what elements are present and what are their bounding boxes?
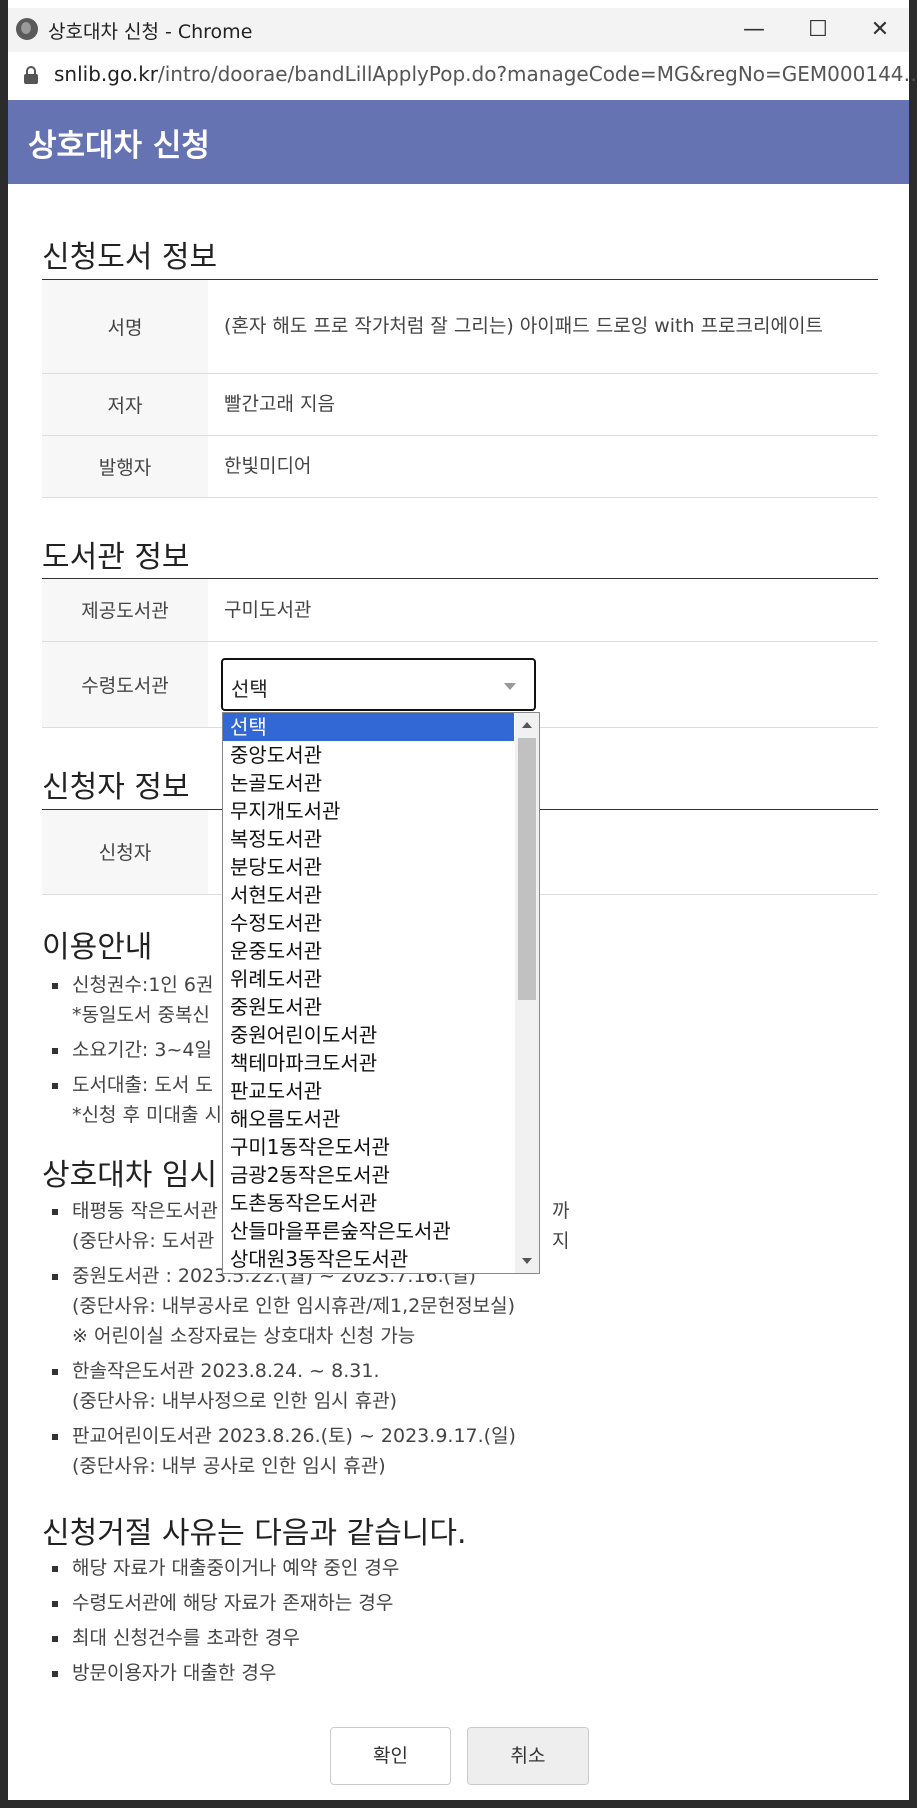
row-label: 발행자	[42, 435, 208, 498]
window-title: 상호대차 신청 - Chrome	[48, 21, 253, 43]
dropdown-option[interactable]: 무지개도서관	[223, 797, 514, 825]
usage-line: *신청 후 미대출 시	[72, 1104, 222, 1126]
book-title-value: (혼자 해도 프로 작가처럼 잘 그리는) 아이패드 드로잉 with 프로크리…	[208, 280, 878, 374]
suspension-reason: (중단사유: 내부사정으로 인한 임시 휴관)	[72, 1390, 398, 1412]
list-item: 중원도서관 : 2023.5.22.(월) ~ 2023.7.16.(일) (중단…	[42, 1261, 516, 1351]
row-label: 저자	[42, 373, 208, 436]
dropdown-option[interactable]: 구미1동작은도서관	[223, 1133, 514, 1161]
library-section-title: 도서관 정보	[42, 540, 190, 575]
dropdown-option[interactable]: 중원어린이도서관	[223, 1021, 514, 1049]
rejection-section-title: 신청거절 사유는 다음과 같습니다.	[42, 1516, 467, 1551]
url-host: snlib.go.kr	[54, 62, 159, 86]
usage-line: 소요기간: 3~4일	[72, 1039, 212, 1061]
list-item: 해당 자료가 대출중이거나 예약 중인 경우	[42, 1553, 399, 1583]
dropdown-option[interactable]: 해오름도서관	[223, 1105, 514, 1133]
page-header: 상호대차 신청	[8, 100, 909, 184]
close-button[interactable]: ✕	[850, 10, 910, 50]
suspension-reason: (중단사유: 도서관	[72, 1230, 215, 1252]
book-info-table: 서명 (혼자 해도 프로 작가처럼 잘 그리는) 아이패드 드로잉 with 프…	[42, 280, 878, 498]
dropdown-option[interactable]: 분당도서관	[223, 853, 514, 881]
dropdown-option[interactable]: 복정도서관	[223, 825, 514, 853]
table-row: 서명 (혼자 해도 프로 작가처럼 잘 그리는) 아이패드 드로잉 with 프…	[42, 280, 878, 374]
globe-icon	[16, 18, 38, 40]
dropdown-option[interactable]: 중앙도서관	[223, 741, 514, 769]
dropdown-option[interactable]: 위례도서관	[223, 965, 514, 993]
usage-line: 신청권수:1인 6권	[72, 974, 214, 996]
suspension-note: ※ 어린이실 소장자료는 상호대차 신청 가능	[72, 1325, 416, 1347]
list-item: 도서대출: 도서 도 *신청 후 미대출 시	[42, 1070, 222, 1130]
dropdown-option[interactable]: 판교도서관	[223, 1077, 514, 1105]
usage-list: 신청권수:1인 6권 *동일도서 중복신 소요기간: 3~4일 도서대출: 도서 …	[42, 970, 222, 1135]
maximize-button[interactable]: ☐	[788, 10, 848, 50]
list-item: 방문이용자가 대출한 경우	[42, 1658, 399, 1688]
dropdown-option[interactable]: 금광2동작은도서관	[223, 1161, 514, 1189]
row-label: 제공도서관	[42, 579, 208, 642]
dropdown-option[interactable]: 산들마을푸른숲작은도서관	[223, 1217, 514, 1245]
dropdown-option[interactable]: 상대원3동작은도서관	[223, 1245, 514, 1273]
select-value: 선택	[231, 677, 268, 701]
dropdown-options: 선택 중앙도서관 논골도서관 무지개도서관 복정도서관 분당도서관 서현도서관 수정도서관 운중…	[223, 713, 514, 1273]
list-item: 소요기간: 3~4일	[42, 1035, 222, 1065]
dropdown-option[interactable]: 수정도서관	[223, 909, 514, 937]
rejection-list: 해당 자료가 대출중이거나 예약 중인 경우 수령도서관에 해당 자료가 존재하…	[42, 1553, 399, 1693]
list-item: 한솔작은도서관 2023.8.24. ~ 8.31. (중단사유: 내부사정으로 …	[42, 1356, 516, 1416]
dropdown-option[interactable]: 서현도서관	[223, 881, 514, 909]
usage-section-title: 이용안내	[42, 930, 153, 965]
usage-line: 도서대출: 도서 도	[72, 1074, 213, 1096]
dropdown-option[interactable]: 중원도서관	[223, 993, 514, 1021]
dropdown-option[interactable]: 도촌동작은도서관	[223, 1189, 514, 1217]
suspension-section-title: 상호대차 임시	[42, 1158, 218, 1193]
list-item: 신청권수:1인 6권 *동일도서 중복신	[42, 970, 222, 1030]
row-label: 서명	[42, 280, 208, 374]
row-label: 신청자	[42, 810, 208, 895]
book-section-title: 신청도서 정보	[42, 240, 218, 275]
receiver-library-select[interactable]: 선택	[221, 658, 536, 711]
suspension-line: 판교어린이도서관 2023.8.26.(토) ~ 2023.9.17.(일)	[72, 1425, 516, 1447]
suspension-reason: (중단사유: 내부공사로 인한 임시휴관/제1,2문헌정보실)	[72, 1295, 516, 1317]
dropdown-option[interactable]: 논골도서관	[223, 769, 514, 797]
list-item: 수령도서관에 해당 자료가 존재하는 경우	[42, 1588, 399, 1618]
dropdown-option[interactable]: 운중도서관	[223, 937, 514, 965]
suspension-line: 한솔작은도서관 2023.8.24. ~ 8.31.	[72, 1360, 380, 1382]
applicant-section-title: 신청자 정보	[42, 770, 190, 805]
url-text[interactable]: snlib.go.kr/intro/doorae/bandLillApplyPo…	[54, 62, 917, 86]
usage-line: *동일도서 중복신	[72, 1004, 210, 1026]
cancel-button[interactable]: 취소	[467, 1727, 589, 1785]
table-row: 저자 빨간고래 지음	[42, 373, 878, 436]
author-value: 빨간고래 지음	[208, 373, 878, 436]
url-path: /intro/doorae/bandLillApplyPop.do?manage…	[158, 62, 917, 86]
page-title: 상호대차 신청	[28, 128, 210, 164]
minimize-button[interactable]: —	[724, 10, 784, 50]
list-item: 최대 신청건수를 초과한 경우	[42, 1623, 399, 1653]
address-bar[interactable]: snlib.go.kr/intro/doorae/bandLillApplyPo…	[8, 52, 917, 101]
receiver-library-dropdown[interactable]: 선택 중앙도서관 논골도서관 무지개도서관 복정도서관 분당도서관 서현도서관 수정도서관 운중…	[222, 712, 540, 1274]
provider-library-value: 구미도서관	[208, 579, 878, 642]
dropdown-option[interactable]: 선택	[223, 713, 514, 741]
scroll-down-icon[interactable]	[522, 1258, 532, 1264]
scrollbar-thumb[interactable]	[518, 738, 536, 1000]
suspension-line: 태평동 작은도서관	[72, 1200, 218, 1222]
chevron-down-icon	[504, 683, 516, 690]
dropdown-scrollbar[interactable]	[515, 713, 539, 1273]
table-row: 제공도서관 구미도서관	[42, 579, 878, 642]
table-row: 발행자 한빛미디어	[42, 435, 878, 498]
lock-icon	[24, 66, 38, 84]
suspension-reason: (중단사유: 내부 공사로 인한 임시 휴관)	[72, 1455, 386, 1477]
title-bar: 상호대차 신청 - Chrome — ☐ ✕	[8, 8, 909, 52]
scroll-up-icon[interactable]	[522, 722, 532, 728]
row-label: 수령도서관	[42, 641, 208, 728]
confirm-button[interactable]: 확인	[330, 1727, 451, 1785]
suspension-line-tail: 까지	[552, 1200, 570, 1252]
publisher-value: 한빛미디어	[208, 435, 878, 498]
dropdown-option[interactable]: 책테마파크도서관	[223, 1049, 514, 1077]
list-item: 판교어린이도서관 2023.8.26.(토) ~ 2023.9.17.(일) (중…	[42, 1421, 516, 1481]
